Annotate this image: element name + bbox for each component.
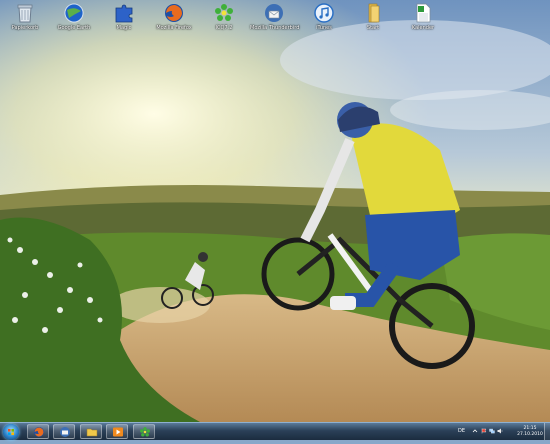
desktop-icon-label: Magic <box>116 25 132 31</box>
desktop-icon-label: Kalender <box>411 25 435 31</box>
desktop-icon-magic[interactable]: Magic <box>100 2 148 31</box>
language-indicator[interactable]: DE <box>458 428 465 434</box>
desktop-icon-google-earth[interactable]: Google Earth <box>50 2 98 31</box>
desktop-icon-recycle-bin[interactable]: Papierkorb <box>1 2 49 31</box>
desktop-icon-label: Mozilla Firefox <box>156 25 192 31</box>
firefox-icon <box>165 4 183 22</box>
calendar-sheet-icon <box>416 3 431 23</box>
desktop-icon-label: Google Earth <box>57 25 91 31</box>
media-player-icon <box>113 427 123 437</box>
desktop-icon-start-folder[interactable]: Start <box>349 2 397 31</box>
start-button[interactable] <box>3 424 19 440</box>
desktop-icon-firefox[interactable]: Mozilla Firefox <box>150 2 198 31</box>
windows-start-orb-icon <box>8 429 14 435</box>
icq-flower-icon <box>215 4 233 21</box>
recycle-bin-icon <box>17 4 33 23</box>
show-desktop-button[interactable] <box>544 423 550 440</box>
desktop-icon-label: Start <box>366 25 380 31</box>
folder-icon <box>368 3 380 23</box>
google-earth-icon <box>64 3 84 23</box>
taskbar-button-icq[interactable] <box>133 424 155 439</box>
desktop-icon-label: Mozilla Thunderbird <box>250 25 300 31</box>
desktop-icon-label: Papierkorb <box>11 25 39 31</box>
itunes-icon <box>314 3 334 23</box>
taskbar-button-media-player[interactable] <box>106 424 128 439</box>
taskbar: DE 21:15 27.10.2010 <box>0 422 550 440</box>
network-icon[interactable] <box>489 428 495 434</box>
magic-puzzle-icon <box>115 4 133 23</box>
taskbar-button-firefox[interactable] <box>27 424 49 439</box>
system-tray: DE 21:15 27.10.2010 <box>454 423 550 440</box>
firefox-icon <box>34 427 44 437</box>
desktop-icon-icq[interactable]: ICQ7.2 <box>200 2 248 31</box>
taskbar-button-thunderbird[interactable] <box>53 424 75 439</box>
thunderbird-icon <box>60 427 70 437</box>
thunderbird-icon <box>265 4 283 22</box>
icq-flower-icon <box>140 427 150 437</box>
explorer-folder-icon <box>86 428 98 437</box>
desktop-icon-label: iTunes <box>316 25 332 31</box>
desktop-icon-label: ICQ7.2 <box>215 25 233 31</box>
desktop-icon-kalender[interactable]: Kalender <box>399 2 447 31</box>
desktop-icon-thunderbird[interactable]: Mozilla Thunderbird <box>250 2 300 31</box>
show-hidden-icons-icon[interactable] <box>472 428 478 434</box>
flag-action-center-icon[interactable] <box>481 428 487 434</box>
volume-icon[interactable] <box>497 428 503 434</box>
desktop-icon-itunes[interactable]: iTunes <box>300 2 348 31</box>
taskbar-button-explorer[interactable] <box>80 424 102 439</box>
desktop-wallpaper <box>0 0 550 440</box>
